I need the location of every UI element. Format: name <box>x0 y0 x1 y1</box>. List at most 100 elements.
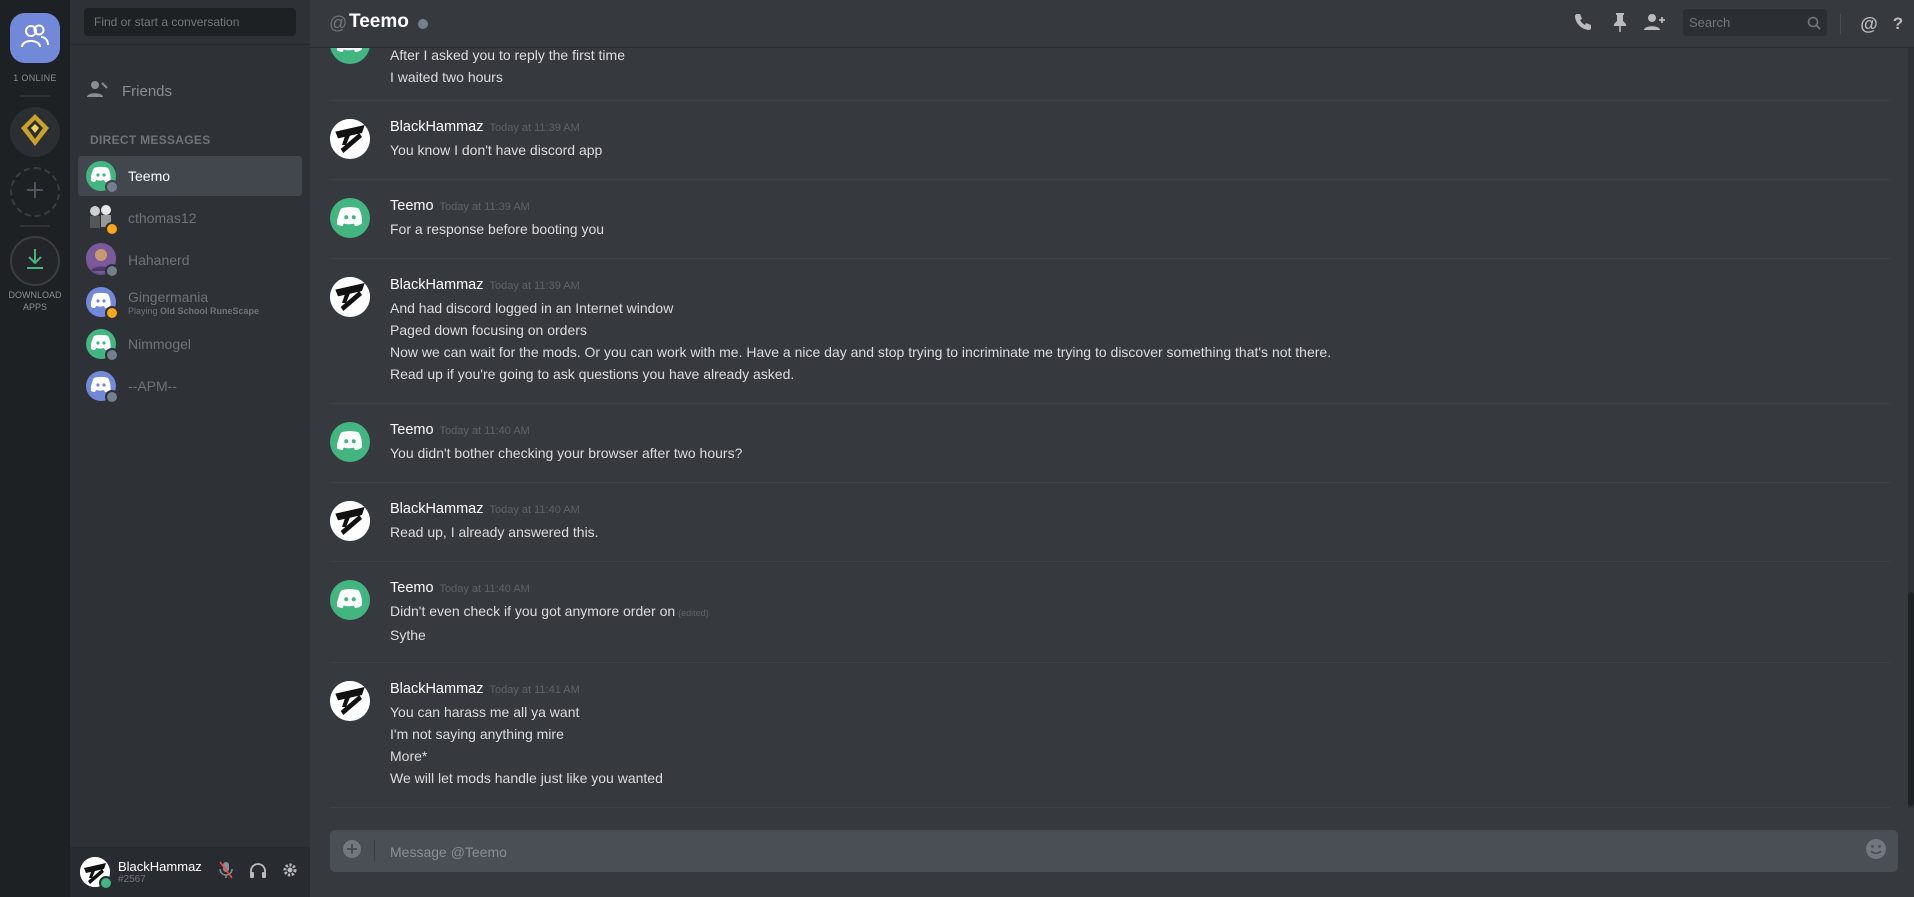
phone-icon <box>1573 12 1593 37</box>
avatar[interactable] <box>330 501 370 541</box>
dm-activity: Playing Old School RuneScape <box>128 306 259 316</box>
message-author[interactable]: Teemo <box>390 198 434 214</box>
message-timestamp: Today at 11:41 AM <box>489 684 580 696</box>
dm-name: --APM-- <box>128 378 177 394</box>
plus-circle-icon <box>342 839 362 864</box>
dm-name: Nimmogel <box>128 336 192 352</box>
add-friend-button[interactable] <box>1643 12 1667 36</box>
find-conversation-input[interactable] <box>84 8 296 36</box>
download-apps-label: DOWNLOAD APPS <box>0 289 70 313</box>
message-group: Teemo Today at 11:39 AM For a response b… <box>330 198 1890 259</box>
avatar[interactable] <box>330 198 370 238</box>
plus-icon <box>26 181 44 204</box>
message-text: Read up if you're going to ask questions… <box>390 366 795 382</box>
dm-item-gingermania[interactable]: Gingermania Playing Old School RuneScape <box>78 282 302 322</box>
mentions-button[interactable]: @ <box>1857 12 1881 36</box>
download-label-line: DOWNLOAD <box>8 290 62 300</box>
dm-item-hahanerd[interactable]: Hahanerd <box>78 240 302 280</box>
avatar <box>86 242 119 278</box>
message-text: More* <box>390 748 428 764</box>
people-icon <box>20 23 50 54</box>
download-label-line: APPS <box>22 302 47 312</box>
message-group: BlackHammaz Today at 11:39 AM And had di… <box>330 277 1890 404</box>
avatar <box>86 161 119 194</box>
dm-item-nimmogel[interactable]: Nimmogel <box>78 324 302 364</box>
message-group: Teemo Today at 11:40 AM You didn't bothe… <box>330 422 1890 483</box>
message-timestamp: Today at 11:40 AM <box>439 583 530 595</box>
emoji-button[interactable] <box>1864 838 1888 863</box>
message-text: After I asked you to reply the first tim… <box>390 48 625 63</box>
add-user-icon <box>1644 13 1666 36</box>
dm-name: cthomas12 <box>128 210 197 226</box>
message-timestamp: Today at 11:40 AM <box>439 425 530 437</box>
discord-logo-icon <box>335 588 363 613</box>
message-author[interactable]: Teemo <box>390 422 434 438</box>
avatar[interactable] <box>330 580 370 620</box>
status-indicator <box>105 222 119 236</box>
activity-prefix: Playing <box>128 305 158 316</box>
message-group: BlackHammaz Today at 11:40 AM Read up, I… <box>330 501 1890 562</box>
add-server-button[interactable] <box>10 167 60 217</box>
message-group: After I asked you to reply the first tim… <box>330 48 1890 101</box>
friends-home-button[interactable] <box>10 13 60 63</box>
message-text: Sythe <box>390 627 426 643</box>
message-author[interactable]: BlackHammaz <box>390 277 483 293</box>
message-text: You know I don't have discord app <box>390 142 603 158</box>
server-emblem-icon <box>15 110 55 155</box>
direct-messages-header: DIRECT MESSAGES <box>90 133 211 147</box>
discord-logo-icon <box>335 206 363 231</box>
message-text: You can harass me all ya want <box>390 704 580 720</box>
dm-sidebar: Friends DIRECT MESSAGES Teemo cthomas12 <box>70 0 310 897</box>
dm-item-cthomas12[interactable]: cthomas12 <box>78 198 302 238</box>
message-text: Read up, I already answered this. <box>390 524 599 540</box>
scrollbar-thumb[interactable] <box>1908 592 1914 806</box>
message-input[interactable] <box>388 836 1812 868</box>
pinned-messages-button[interactable] <box>1608 12 1632 36</box>
call-button[interactable] <box>1571 12 1595 36</box>
headphones-icon <box>249 862 267 883</box>
avatar[interactable] <box>80 857 113 890</box>
microphone-muted-icon <box>219 861 233 884</box>
dm-item-teemo[interactable]: Teemo <box>78 156 302 196</box>
friends-label: Friends <box>122 82 173 100</box>
message-timestamp: Today at 11:39 AM <box>489 122 580 134</box>
server-icon[interactable] <box>10 107 60 157</box>
mute-button[interactable] <box>214 860 238 884</box>
message-text: Paged down focusing on orders <box>390 322 587 338</box>
question-mark-icon: ? <box>1892 14 1904 33</box>
dm-item-apm[interactable]: --APM-- <box>78 366 302 406</box>
avatar[interactable] <box>330 277 370 317</box>
avatar <box>86 371 119 404</box>
dm-name: Hahanerd <box>128 252 190 268</box>
message-text: We will let mods handle just like you wa… <box>390 770 663 786</box>
message-timestamp: Today at 11:39 AM <box>439 201 530 213</box>
message-timestamp: Today at 11:40 AM <box>489 504 580 516</box>
sidebar-item-friends[interactable]: Friends <box>78 74 302 108</box>
avatar[interactable] <box>330 48 370 64</box>
deafen-button[interactable] <box>246 860 270 884</box>
discord-logo-icon <box>335 48 363 57</box>
download-apps-button[interactable] <box>10 236 60 286</box>
composer-divider <box>374 840 375 862</box>
message-author[interactable]: BlackHammaz <box>390 501 483 517</box>
message-author[interactable]: BlackHammaz <box>390 681 483 697</box>
status-indicator <box>105 264 119 278</box>
user-settings-button[interactable] <box>278 860 302 884</box>
at-mention-icon: @ <box>1860 13 1878 34</box>
avatar[interactable] <box>330 119 370 159</box>
avatar[interactable] <box>330 422 370 462</box>
message-group: Teemo Today at 11:40 AM Didn't even chec… <box>330 580 1890 663</box>
hammer-avatar-icon <box>330 277 370 317</box>
message-text: I'm not saying anything mire <box>390 726 564 742</box>
friends-icon <box>86 80 108 103</box>
message-list: After I asked you to reply the first tim… <box>310 48 1908 808</box>
message-author[interactable]: BlackHammaz <box>390 119 483 135</box>
help-button[interactable]: ? <box>1886 12 1910 36</box>
rail-divider <box>20 225 50 227</box>
message-author[interactable]: Teemo <box>390 580 434 596</box>
upload-button[interactable] <box>340 839 364 863</box>
avatar[interactable] <box>330 681 370 721</box>
status-indicator <box>105 348 119 362</box>
sidebar-divider <box>70 44 310 45</box>
status-indicator <box>105 390 119 404</box>
